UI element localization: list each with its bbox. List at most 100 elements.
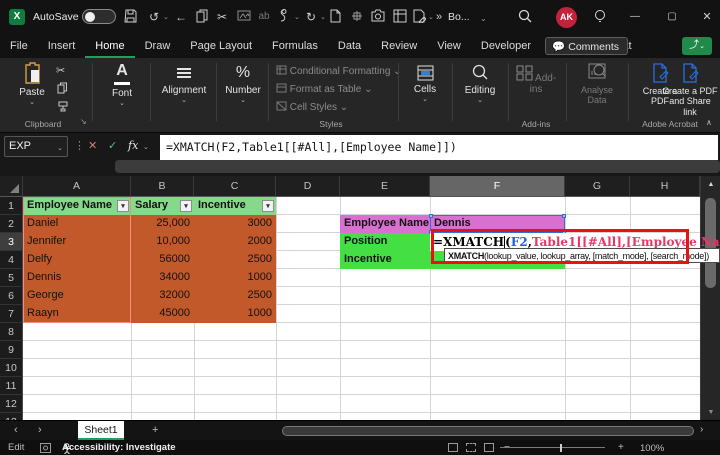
filter-button[interactable]: ▾ — [262, 199, 274, 212]
column-header-d[interactable]: D — [276, 176, 340, 197]
tab-home[interactable]: Home — [85, 35, 135, 58]
table-cell[interactable]: Dennis — [23, 269, 131, 287]
comments-button[interactable]: 💬 Comments — [545, 37, 628, 55]
fx-chevron-icon[interactable]: ⌄ — [143, 143, 149, 151]
enter-formula-button[interactable]: ✓ — [108, 139, 117, 152]
camera-icon[interactable] — [371, 9, 385, 22]
sheet-view-icon[interactable] — [393, 9, 407, 23]
row-header-4[interactable]: 4 — [0, 251, 23, 269]
hscroll-right-icon[interactable]: › — [700, 424, 703, 435]
cell-e3-position[interactable]: Position — [340, 233, 430, 251]
table-cell[interactable]: 2000 — [194, 233, 276, 251]
table-cell[interactable]: Raayn — [23, 305, 131, 323]
lightbulb-icon[interactable] — [594, 9, 606, 25]
clipboard-dialog-launcher-icon[interactable]: ↘ — [80, 117, 87, 126]
search-icon[interactable] — [518, 9, 532, 23]
tab-formulas[interactable]: Formulas — [262, 35, 328, 58]
name-box-chevron-icon[interactable]: ⌄ — [57, 144, 63, 152]
zoom-in-button[interactable]: + — [618, 442, 624, 453]
back-icon[interactable]: ← — [172, 9, 190, 25]
save-icon[interactable] — [124, 9, 137, 23]
font-menu-button[interactable]: A Font ⌄ — [100, 62, 144, 107]
row-header-9[interactable]: 9 — [0, 341, 23, 359]
cut-icon[interactable]: ✂ — [213, 9, 231, 25]
picture-icon[interactable] — [237, 9, 251, 22]
undo-icon[interactable]: ↺ — [145, 9, 163, 25]
new-file-icon[interactable] — [330, 9, 341, 23]
horizontal-scrollbar[interactable] — [282, 426, 694, 436]
table-cell[interactable]: 10,000 — [131, 233, 194, 251]
table-cell[interactable]: George — [23, 287, 131, 305]
tab-insert[interactable]: Insert — [38, 35, 86, 58]
table-cell[interactable]: 34000 — [131, 269, 194, 287]
scroll-up-icon[interactable]: ▲ — [701, 181, 720, 188]
row-header-2[interactable]: 2 — [0, 215, 23, 233]
table-header-cell[interactable]: Salary ▾ — [131, 197, 194, 215]
table-cell[interactable]: 3000 — [194, 215, 276, 233]
insert-function-button[interactable]: fx — [128, 139, 138, 152]
replace-icon[interactable]: ab — [255, 9, 273, 25]
row-header-3[interactable]: 3 — [0, 233, 23, 251]
vertical-scrollbar[interactable]: ▲ ▼ — [700, 176, 720, 420]
collapse-ribbon-icon[interactable]: ∧ — [706, 118, 712, 127]
redo-chevron-icon[interactable]: ⌄ — [320, 13, 326, 21]
formula-input[interactable]: =XMATCH(F2,Table1[[#All],[Employee Name]… — [160, 135, 718, 160]
ribbon-copy-icon[interactable] — [57, 82, 68, 94]
export-pdf-icon[interactable] — [413, 9, 426, 23]
redo-icon[interactable]: ↻ — [302, 9, 320, 25]
table-cell[interactable]: Daniel — [23, 215, 131, 233]
table-cell[interactable]: 2500 — [194, 251, 276, 269]
page-break-view-icon[interactable] — [484, 443, 494, 452]
table-cell[interactable]: Jennifer — [23, 233, 131, 251]
cells-menu-button[interactable]: Cells ⌄ — [406, 62, 444, 103]
table-header-cell[interactable]: Incentive ▾ — [194, 197, 276, 215]
column-header-g[interactable]: G — [565, 176, 630, 197]
cancel-formula-button[interactable]: ✕ — [88, 139, 97, 152]
conditional-formatting-button[interactable]: Conditional Formatting ⌄ — [276, 65, 402, 79]
filter-button[interactable]: ▾ — [117, 199, 129, 212]
row-header-12[interactable]: 12 — [0, 395, 23, 413]
zoom-slider[interactable] — [500, 443, 605, 452]
format-as-table-button[interactable]: Format as Table ⌄ — [276, 83, 372, 97]
table-cell[interactable]: 25,000 — [131, 215, 194, 233]
page-layout-view-icon[interactable] — [466, 443, 476, 452]
row-header-7[interactable]: 7 — [0, 305, 23, 323]
column-header-f[interactable]: F — [430, 176, 565, 197]
minimize-button[interactable]: — — [626, 9, 644, 25]
row-header-1[interactable]: 1 — [0, 197, 23, 215]
row-header-11[interactable]: 11 — [0, 377, 23, 395]
copy-icon[interactable] — [196, 9, 209, 23]
cell-e4-incentive[interactable]: Incentive — [340, 251, 430, 269]
qat-overflow-icon[interactable]: » — [430, 9, 448, 25]
workbook-chevron-icon[interactable]: ⌄ — [480, 14, 487, 23]
row-header-13[interactable]: 13 — [0, 413, 23, 420]
name-box[interactable]: EXP ⌄ — [4, 136, 68, 157]
table-cell[interactable]: 1000 — [194, 269, 276, 287]
table-cell[interactable]: Delfy — [23, 251, 131, 269]
tab-file[interactable]: File — [0, 35, 38, 58]
user-avatar[interactable]: AK — [556, 7, 577, 28]
accessibility-status[interactable]: Accessibility: Investigate — [62, 442, 176, 453]
tab-data[interactable]: Data — [328, 35, 371, 58]
tab-draw[interactable]: Draw — [135, 35, 181, 58]
prev-sheet-icon[interactable]: ‹ — [14, 424, 18, 436]
ink-icon[interactable] — [278, 9, 290, 23]
ink-chevron-icon[interactable]: ⌄ — [294, 13, 300, 21]
undo-chevron-icon[interactable]: ⌄ — [163, 13, 169, 21]
column-header-a[interactable]: A — [23, 176, 131, 197]
format-painter-icon[interactable] — [57, 100, 69, 112]
workbook-title[interactable]: Bo... — [448, 11, 470, 23]
table-cell[interactable]: 1000 — [194, 305, 276, 323]
share-button[interactable]: ⤴⌄ — [682, 37, 712, 55]
sheet-tab-sheet1[interactable]: Sheet1 — [78, 421, 124, 440]
autosave-toggle[interactable] — [82, 9, 116, 24]
addins-button[interactable]: Add-ins — [514, 62, 558, 95]
analyse-data-button[interactable]: Analyse Data — [572, 62, 622, 106]
row-header-6[interactable]: 6 — [0, 287, 23, 305]
column-header-b[interactable]: B — [131, 176, 194, 197]
tab-review[interactable]: Review — [371, 35, 427, 58]
zoom-percentage[interactable]: 100% — [640, 443, 664, 454]
editing-menu-button[interactable]: Editing ⌄ — [458, 62, 502, 104]
close-button[interactable]: ✕ — [698, 9, 716, 25]
number-menu-button[interactable]: % Number ⌄ — [220, 62, 266, 104]
